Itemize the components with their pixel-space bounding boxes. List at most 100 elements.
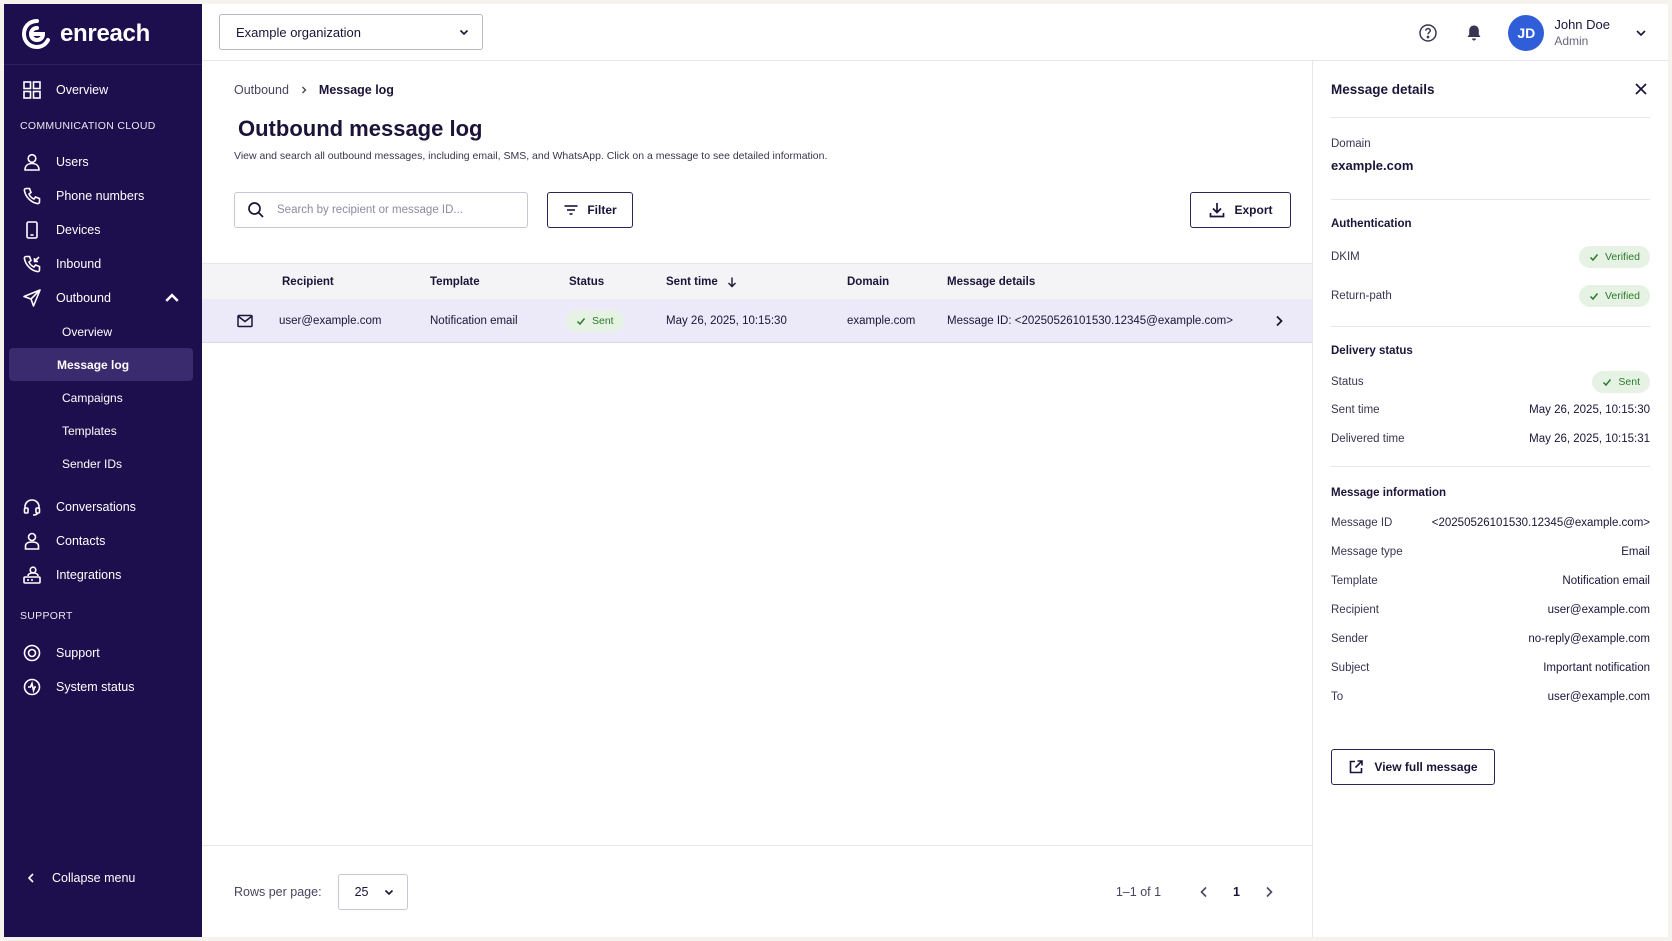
device-icon bbox=[26, 221, 38, 239]
info-label: Subject bbox=[1331, 662, 1370, 674]
page-description: View and search all outbound messages, i… bbox=[234, 150, 828, 162]
chevron-down-icon[interactable] bbox=[1634, 26, 1648, 40]
cell-domain: example.com bbox=[847, 314, 916, 327]
organization-value: Example organization bbox=[236, 24, 362, 40]
user-icon bbox=[24, 153, 40, 171]
brand-logo[interactable]: enreach bbox=[4, 4, 202, 65]
cell-recipient: user@example.com bbox=[279, 314, 382, 327]
next-page-icon[interactable] bbox=[1262, 885, 1276, 899]
chevron-down-icon bbox=[384, 889, 393, 895]
help-button[interactable] bbox=[1412, 17, 1444, 49]
sidebar-item-phone-numbers[interactable]: Phone numbers bbox=[4, 179, 202, 213]
table-header: Recipient Template Status Sent time Doma… bbox=[202, 263, 1312, 299]
contact-icon bbox=[24, 532, 40, 550]
collapse-menu-button[interactable]: Collapse menu bbox=[4, 863, 202, 893]
info-label: To bbox=[1331, 691, 1344, 703]
view-full-message-button[interactable]: View full message bbox=[1331, 749, 1495, 785]
message-table: Recipient Template Status Sent time Doma… bbox=[202, 263, 1312, 343]
current-page[interactable]: 1 bbox=[1233, 885, 1240, 899]
cell-status: Sent bbox=[566, 309, 624, 332]
return-path-label: Return-path bbox=[1331, 290, 1392, 302]
sidebar-subitem-overview[interactable]: Overview bbox=[9, 315, 193, 348]
breadcrumb: Outbound Message log bbox=[234, 83, 394, 97]
previous-page-icon[interactable] bbox=[1197, 885, 1211, 899]
status-badge: Sent bbox=[566, 309, 624, 332]
sidebar-item-label: Inbound bbox=[56, 257, 102, 271]
status-label: Status bbox=[1331, 376, 1364, 388]
avatar[interactable]: JD bbox=[1508, 14, 1545, 51]
chevron-right-icon bbox=[301, 86, 307, 94]
sidebar-item-overview[interactable]: Overview bbox=[4, 73, 202, 107]
return-path-row: Return-path Verified bbox=[1331, 285, 1650, 307]
notifications-button[interactable] bbox=[1458, 17, 1490, 49]
user-info[interactable]: John Doe Admin bbox=[1554, 17, 1610, 49]
info-value: Email bbox=[1621, 546, 1650, 558]
sidebar-subitem-campaigns[interactable]: Campaigns bbox=[9, 381, 193, 414]
search-box[interactable] bbox=[234, 192, 528, 228]
column-sent-time-label: Sent time bbox=[666, 275, 718, 288]
column-sent-time[interactable]: Sent time bbox=[666, 276, 738, 288]
message-details-panel: Message details Domain example.com Authe… bbox=[1312, 61, 1668, 937]
info-value: <20250526101530.12345@example.com> bbox=[1431, 517, 1650, 529]
sidebar-subitem-message-log[interactable]: Message log bbox=[9, 348, 193, 381]
info-label: Sender bbox=[1331, 633, 1369, 645]
sidebar-item-system-status[interactable]: System status bbox=[4, 670, 202, 704]
filter-button[interactable]: Filter bbox=[547, 192, 633, 228]
delivered-time-value: May 26, 2025, 10:15:31 bbox=[1529, 433, 1650, 445]
sidebar-item-outbound[interactable]: Outbound bbox=[4, 281, 202, 315]
search-input[interactable] bbox=[277, 204, 507, 216]
pager-range: 1–1 of 1 bbox=[1115, 885, 1162, 899]
sidebar-item-devices[interactable]: Devices bbox=[4, 213, 202, 247]
column-template[interactable]: Template bbox=[430, 276, 480, 288]
info-row-subject: Subject Important notification bbox=[1331, 662, 1650, 674]
page-title: Outbound message log bbox=[238, 116, 483, 141]
export-button[interactable]: Export bbox=[1190, 192, 1291, 228]
organization-select[interactable]: Example organization bbox=[219, 14, 483, 50]
sidebar-subitem-sender-ids[interactable]: Sender IDs bbox=[9, 447, 193, 480]
delivered-time-row: Delivered time May 26, 2025, 10:15:31 bbox=[1331, 433, 1650, 445]
sort-down-icon bbox=[727, 277, 736, 287]
table-row[interactable]: user@example.com Notification email Sent… bbox=[202, 299, 1312, 343]
delivery-status-row: Status Sent bbox=[1331, 371, 1650, 393]
info-row-to: To user@example.com bbox=[1331, 691, 1650, 703]
sidebar-subitem-templates[interactable]: Templates bbox=[9, 414, 193, 447]
sidebar-item-contacts[interactable]: Contacts bbox=[4, 524, 202, 558]
section-support: SUPPORT bbox=[20, 610, 73, 622]
app-window: enreach Overview COMMUNICATION CLOUD Use… bbox=[4, 4, 1668, 937]
check-icon bbox=[1603, 379, 1612, 387]
info-row-sender: Sender no-reply@example.com bbox=[1331, 633, 1650, 645]
chevron-down-icon bbox=[459, 29, 469, 36]
chevron-up-icon[interactable] bbox=[162, 288, 182, 308]
help-icon bbox=[1419, 23, 1438, 42]
cell-template: Notification email bbox=[430, 314, 518, 327]
chevron-right-icon[interactable] bbox=[1272, 314, 1286, 328]
column-domain[interactable]: Domain bbox=[847, 276, 889, 288]
column-message-details[interactable]: Message details bbox=[947, 276, 1035, 288]
info-value: Important notification bbox=[1543, 662, 1650, 674]
return-path-value: Verified bbox=[1604, 290, 1640, 302]
info-label: Recipient bbox=[1331, 604, 1379, 616]
info-value: user@example.com bbox=[1547, 604, 1650, 616]
column-status[interactable]: Status bbox=[569, 276, 604, 288]
info-row-template: Template Notification email bbox=[1331, 575, 1650, 587]
close-icon[interactable] bbox=[1634, 82, 1648, 96]
divider bbox=[1331, 466, 1650, 467]
sidebar-item-support[interactable]: Support bbox=[4, 636, 202, 670]
export-label: Export bbox=[1234, 203, 1273, 217]
topbar-actions: JD John Doe Admin bbox=[1412, 4, 1648, 61]
download-icon bbox=[1210, 203, 1225, 218]
user-name: John Doe bbox=[1554, 16, 1610, 32]
breadcrumb-outbound[interactable]: Outbound bbox=[234, 83, 289, 97]
column-recipient[interactable]: Recipient bbox=[282, 276, 334, 288]
sidebar-item-inbound[interactable]: Inbound bbox=[4, 247, 202, 281]
search-icon bbox=[248, 202, 264, 218]
sidebar-item-users[interactable]: Users bbox=[4, 145, 202, 179]
chevron-left-icon bbox=[27, 873, 34, 883]
integrations-icon bbox=[23, 566, 41, 584]
sidebar-item-integrations[interactable]: Integrations bbox=[4, 558, 202, 592]
rows-per-page-select[interactable]: 25 bbox=[337, 873, 408, 910]
status-badge: Sent bbox=[1592, 371, 1650, 393]
authentication-title: Authentication bbox=[1331, 218, 1412, 230]
section-communication-cloud: COMMUNICATION CLOUD bbox=[20, 120, 156, 132]
sidebar-item-conversations[interactable]: Conversations bbox=[4, 490, 202, 524]
